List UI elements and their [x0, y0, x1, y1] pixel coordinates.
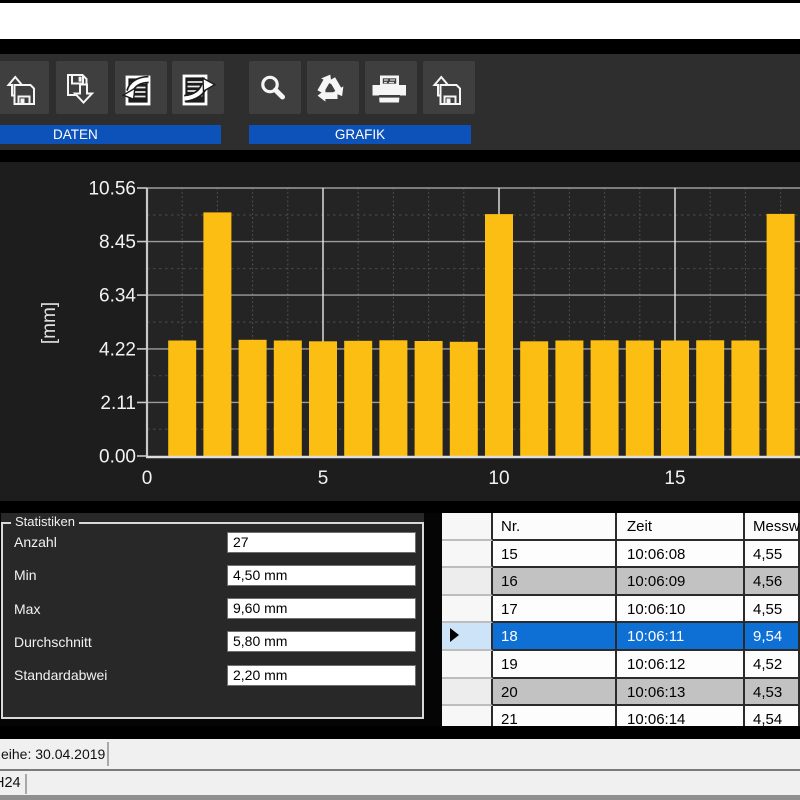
svg-text:6.34: 6.34	[99, 286, 136, 307]
svg-text:10.56: 10.56	[88, 179, 136, 200]
svg-text:15: 15	[664, 468, 685, 489]
svg-text:8.45: 8.45	[99, 232, 136, 253]
svg-text:5: 5	[318, 468, 329, 489]
svg-text:0: 0	[142, 468, 153, 489]
svg-text:0.00: 0.00	[99, 447, 136, 468]
svg-text:[mm]: [mm]	[39, 302, 60, 344]
svg-text:10: 10	[488, 468, 509, 489]
svg-text:4.22: 4.22	[99, 339, 136, 360]
svg-text:2.11: 2.11	[100, 393, 136, 414]
